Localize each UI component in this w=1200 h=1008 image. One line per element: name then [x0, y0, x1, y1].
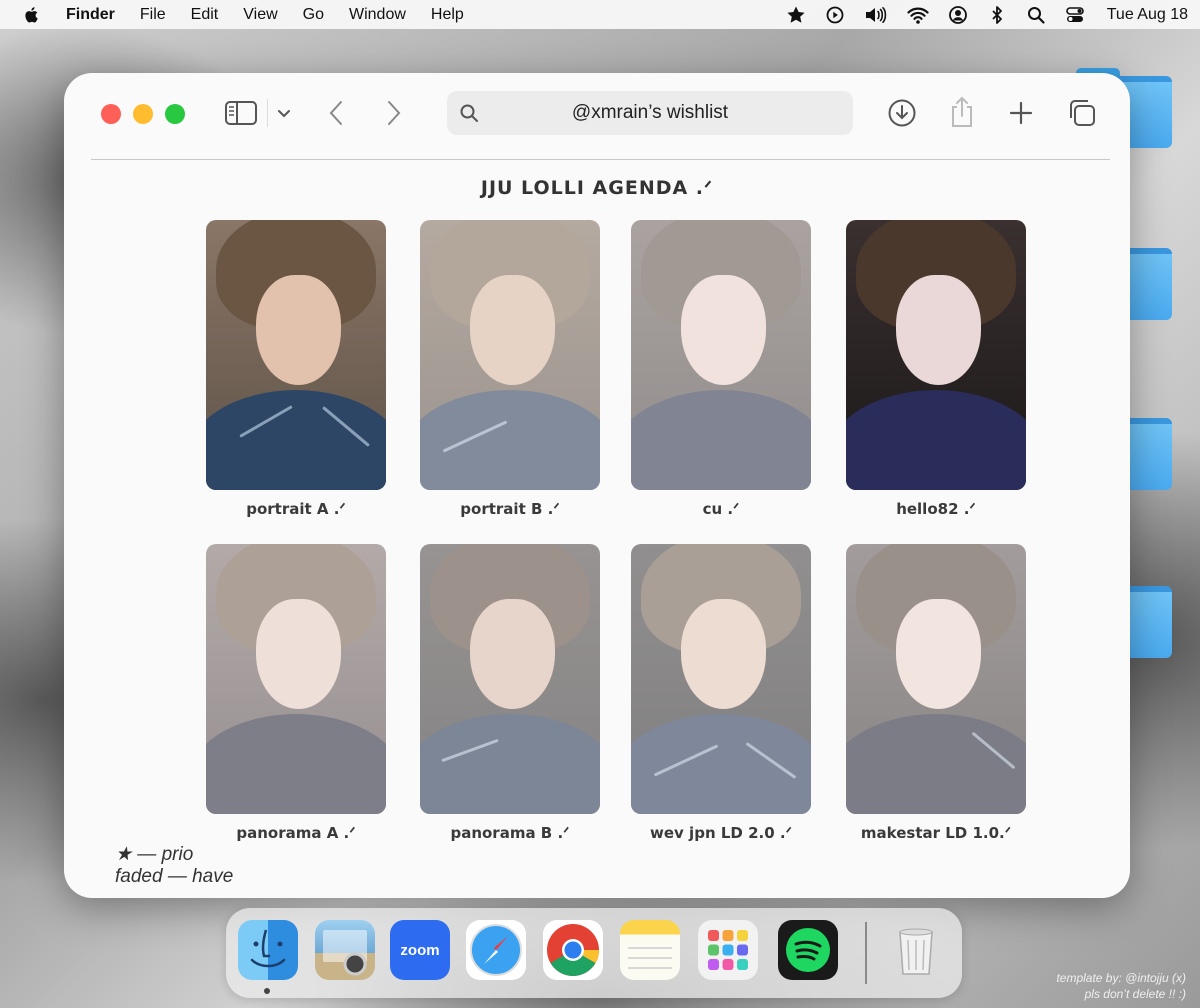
address-title: @xmrain’s wishlist: [571, 102, 729, 123]
browser-window: @xmrain’s wishlist JJU LOLLI AGENDA .ᐟ p…: [64, 73, 1130, 898]
toolbar-divider: [267, 99, 268, 127]
star-icon[interactable]: [786, 5, 806, 25]
close-button[interactable]: [101, 104, 121, 124]
photocard-image: [420, 544, 600, 814]
menu-bar: Finder File Edit View Go Window Help Tue…: [0, 0, 1200, 29]
bluetooth-icon[interactable]: [987, 5, 1007, 25]
chrome-icon[interactable]: [543, 920, 603, 980]
legend: ★ — prio faded — have: [115, 844, 233, 888]
menu-app-finder[interactable]: Finder: [66, 6, 115, 24]
card-makestar-ld[interactable]: makestar LD 1.0.ᐟ: [846, 544, 1026, 842]
share-icon[interactable]: [949, 95, 975, 129]
control-center-icon[interactable]: [1065, 5, 1085, 25]
menu-left: Finder File Edit View Go Window Help: [22, 5, 489, 25]
card-portrait-b[interactable]: portrait B .ᐟ: [420, 220, 600, 518]
chevron-down-icon[interactable]: [276, 105, 292, 121]
wifi-icon[interactable]: [907, 5, 929, 25]
card-panorama-a[interactable]: panorama A .ᐟ: [206, 544, 386, 842]
card-cu[interactable]: cu .ᐟ: [631, 220, 811, 518]
minimize-button[interactable]: [133, 104, 153, 124]
menu-clock[interactable]: Tue Aug 18: [1107, 6, 1188, 24]
new-tab-plus-icon[interactable]: [1007, 99, 1035, 127]
card-caption: panorama B .ᐟ: [450, 824, 570, 842]
card-caption: hello82 .ᐟ: [896, 500, 976, 518]
legend-have: faded — have: [115, 866, 234, 887]
apple-icon[interactable]: [22, 5, 42, 25]
menu-go[interactable]: Go: [303, 6, 324, 24]
photocard-image: [631, 220, 811, 490]
dock-divider: [865, 922, 867, 984]
page-title: JJU LOLLI AGENDA .ᐟ: [480, 177, 714, 199]
launchpad-icon[interactable]: [698, 920, 758, 980]
forward-arrow-icon[interactable]: [384, 100, 404, 126]
maximize-button[interactable]: [165, 104, 185, 124]
safari-icon[interactable]: [466, 920, 526, 980]
photocard-image: [206, 544, 386, 814]
card-caption: portrait B .ᐟ: [460, 500, 560, 518]
credit-line-2: pls don’t delete !! :): [1084, 987, 1186, 1001]
photocard-image: [631, 544, 811, 814]
card-panorama-b[interactable]: panorama B .ᐟ: [420, 544, 600, 842]
play-circle-icon[interactable]: [825, 5, 845, 25]
search-icon[interactable]: [1026, 5, 1046, 25]
user-circle-icon[interactable]: [948, 5, 968, 25]
photocard-image: [846, 544, 1026, 814]
running-indicator: [264, 988, 270, 994]
menu-file[interactable]: File: [140, 6, 166, 24]
photocard-image: [420, 220, 600, 490]
address-bar[interactable]: @xmrain’s wishlist: [447, 91, 853, 135]
card-caption: panorama A .ᐟ: [236, 824, 356, 842]
legend-prio: ★ — prio: [115, 844, 194, 865]
menu-help[interactable]: Help: [431, 6, 464, 24]
tab-overview-icon[interactable]: [1066, 97, 1098, 129]
volume-icon[interactable]: [864, 5, 888, 25]
card-hello82[interactable]: hello82 .ᐟ: [846, 220, 1026, 518]
dock: zoom: [226, 908, 962, 998]
zoom-label: zoom: [400, 941, 440, 959]
card-caption: portrait A .ᐟ: [246, 500, 346, 518]
photocard-image: [846, 220, 1026, 490]
photocard-image: [206, 220, 386, 490]
credit-line-1: template by: @intojju (x): [1056, 971, 1186, 985]
spotify-icon[interactable]: [778, 920, 838, 980]
download-icon[interactable]: [887, 98, 917, 128]
search-icon: [460, 104, 478, 122]
finder-icon[interactable]: [238, 920, 298, 980]
card-caption: wev jpn LD 2.0 .ᐟ: [650, 824, 792, 842]
toolbar-separator: [91, 159, 1110, 160]
back-arrow-icon[interactable]: [326, 100, 346, 126]
template-credit: template by: @intojju (x) pls don’t dele…: [1056, 970, 1186, 1002]
notes-icon[interactable]: [620, 920, 680, 980]
card-wev-jpn-ld[interactable]: wev jpn LD 2.0 .ᐟ: [631, 544, 811, 842]
trash-icon[interactable]: [886, 920, 946, 980]
menu-right: Tue Aug 18: [767, 5, 1188, 25]
menu-window[interactable]: Window: [349, 6, 406, 24]
zoom-icon[interactable]: zoom: [390, 920, 450, 980]
card-portrait-a[interactable]: portrait A .ᐟ: [206, 220, 386, 518]
preview-icon[interactable]: [315, 920, 375, 980]
menu-edit[interactable]: Edit: [191, 6, 219, 24]
menu-view[interactable]: View: [243, 6, 277, 24]
card-caption: cu .ᐟ: [702, 500, 740, 518]
sidebar-toggle-icon[interactable]: [224, 99, 258, 127]
card-caption: makestar LD 1.0.ᐟ: [860, 824, 1012, 842]
